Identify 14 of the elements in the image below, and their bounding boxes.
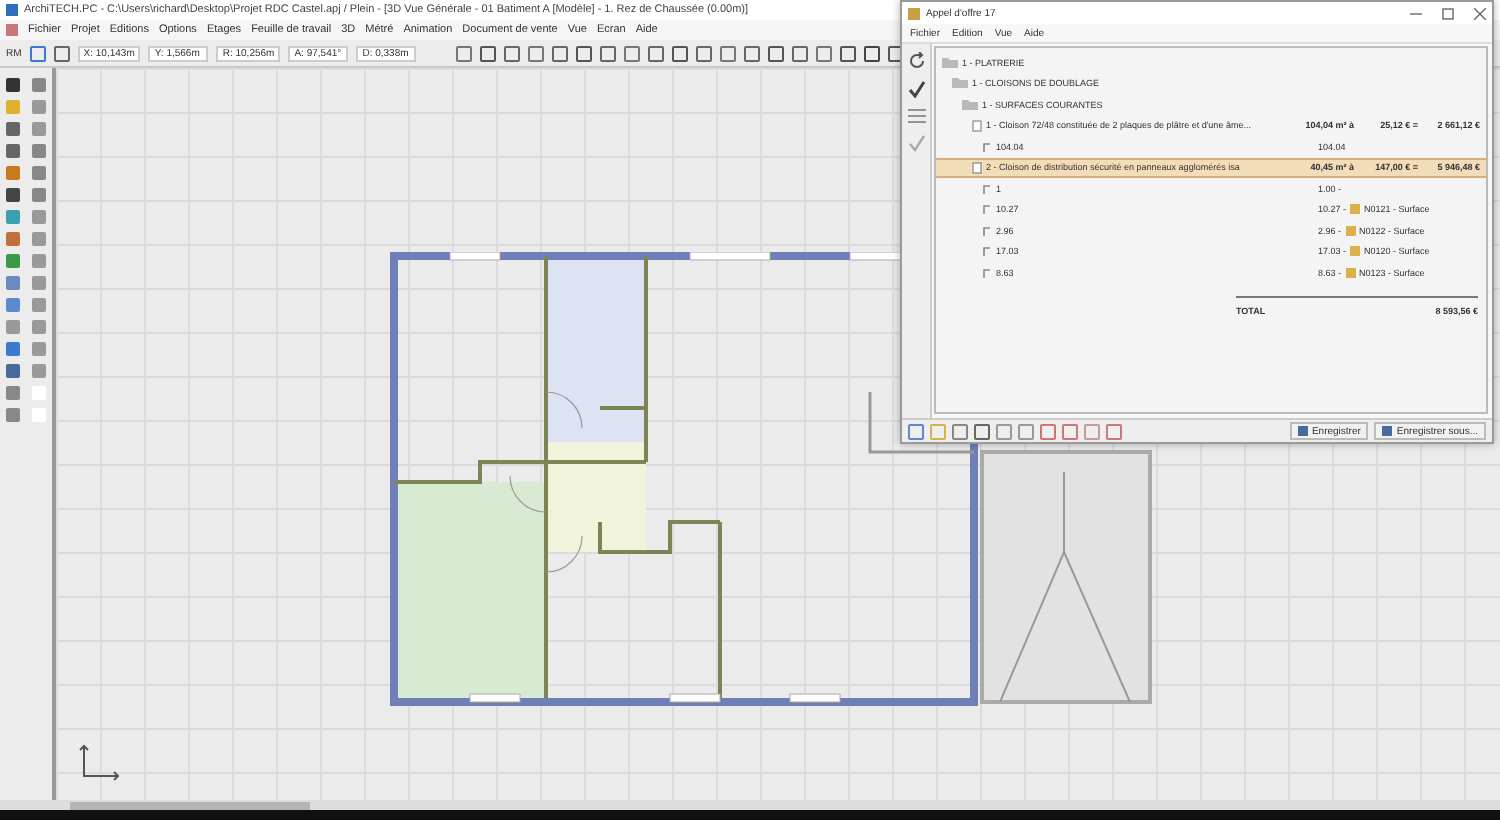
scrollbar[interactable] bbox=[0, 800, 1500, 810]
axis-icon bbox=[76, 744, 120, 784]
close-icon[interactable] bbox=[1474, 7, 1486, 19]
checkmark-icon[interactable] bbox=[907, 80, 925, 98]
maximize-icon[interactable] bbox=[1442, 7, 1454, 19]
refresh-icon[interactable] bbox=[907, 52, 925, 70]
document-icon bbox=[972, 119, 982, 132]
document-icon bbox=[972, 161, 982, 174]
app-icon bbox=[908, 7, 920, 19]
list-icon[interactable] bbox=[907, 108, 925, 124]
checkmark-icon[interactable] bbox=[907, 134, 925, 152]
measure-icon bbox=[982, 141, 992, 152]
minimize-icon[interactable] bbox=[1410, 7, 1422, 19]
app-icon bbox=[6, 4, 18, 16]
